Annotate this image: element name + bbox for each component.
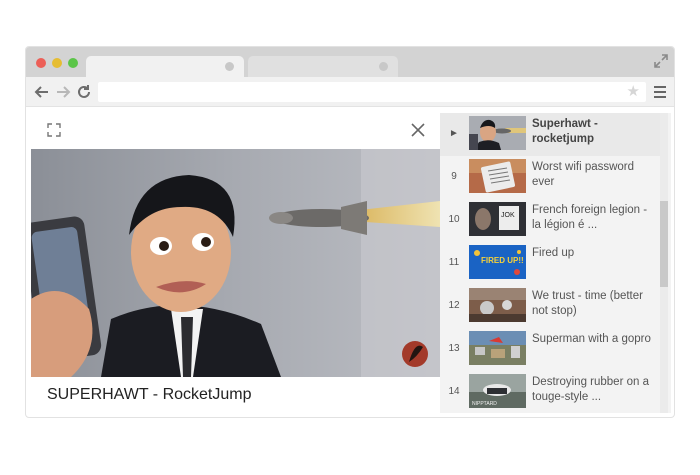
playlist-item-title: French foreign legion - la légion é ...: [532, 204, 648, 231]
thumbnail-text: JOK: [501, 212, 515, 219]
playlist-item[interactable]: 11 FIRED UP!! Fired up: [440, 242, 660, 285]
close-window-button[interactable]: [36, 58, 46, 68]
star-icon[interactable]: ★: [627, 83, 640, 101]
now-playing-icon: ►: [449, 128, 459, 139]
video-thumbnail: [469, 116, 526, 150]
video-title: SUPERHAWT - RocketJump: [47, 386, 252, 403]
fullscreen-icon[interactable]: [47, 123, 61, 137]
video-caption: SUPERHAWT - RocketJump: [31, 377, 440, 413]
reload-icon[interactable]: [76, 84, 92, 100]
playlist-item-title: Fired up: [532, 247, 575, 259]
close-icon[interactable]: [410, 122, 426, 138]
playlist-item-title: Destroying rubber on a touge-style ...: [532, 376, 649, 403]
forward-arrow-icon[interactable]: [55, 84, 71, 100]
hamburger-menu-icon[interactable]: [654, 86, 666, 98]
playlist-item[interactable]: ► Superhawt - rocketjump: [440, 113, 660, 156]
playlist-scrollbar[interactable]: [660, 113, 668, 413]
playlist-item-title: We trust - time (better not stop): [532, 290, 643, 317]
playlist-item[interactable]: 9 Worst wifi password ever: [440, 156, 660, 199]
playlist-item-index: 11: [448, 257, 460, 268]
playlist-item-title: Superhawt - rocketjump: [532, 118, 598, 145]
playlist-item-index: 14: [448, 386, 460, 397]
thumbnail-text: NIPPTARD: [472, 401, 497, 407]
expand-icon[interactable]: [654, 54, 668, 68]
zoom-window-button[interactable]: [68, 58, 78, 68]
title-bar: [26, 47, 674, 77]
video-thumbnail: NIPPTARD: [469, 374, 526, 408]
scrollbar-thumb[interactable]: [660, 201, 668, 287]
player-top-bar: [31, 113, 440, 149]
browser-window: ★ SUPERHAWT - RocketJump ► Superhawt - r…: [25, 46, 675, 418]
playlist: ► Superhawt - rocketjump 9 Worst wifi pa…: [440, 113, 671, 413]
video-thumbnail: [469, 288, 526, 322]
playlist-item-index: 9: [451, 171, 457, 182]
playlist-item-index: 10: [448, 214, 460, 225]
playlist-item-title: Superman with a gopro: [532, 333, 651, 345]
tab-close-icon[interactable]: [225, 62, 234, 71]
video-thumbnail: JOK: [469, 202, 526, 236]
thumbnail-text: FIRED UP!!: [481, 256, 524, 265]
playlist-item-index: 13: [448, 343, 460, 354]
video-still-image: [31, 149, 440, 377]
browser-tab-active[interactable]: [86, 56, 244, 77]
back-arrow-icon[interactable]: [34, 84, 50, 100]
browser-toolbar: ★: [26, 77, 674, 107]
playlist-item[interactable]: 14 NIPPTARD Destroying rubber on a touge…: [440, 371, 660, 413]
tab-close-icon[interactable]: [379, 62, 388, 71]
video-player: SUPERHAWT - RocketJump: [31, 113, 440, 413]
playlist-item-index: 12: [448, 300, 460, 311]
playlist-item[interactable]: 12 We trust - time (better not stop): [440, 285, 660, 328]
minimize-window-button[interactable]: [52, 58, 62, 68]
playlist-item[interactable]: 10 JOK French foreign legion - la légion…: [440, 199, 660, 242]
video-thumbnail: [469, 159, 526, 193]
video-thumbnail: [469, 331, 526, 365]
browser-tab-inactive[interactable]: [248, 56, 398, 77]
playlist-item-title: Worst wifi password ever: [532, 161, 635, 188]
video-thumbnail: FIRED UP!!: [469, 245, 526, 279]
address-bar[interactable]: ★: [98, 82, 646, 102]
playlist-item[interactable]: 13 Superman with a gopro: [440, 328, 660, 371]
video-frame[interactable]: [31, 149, 440, 377]
